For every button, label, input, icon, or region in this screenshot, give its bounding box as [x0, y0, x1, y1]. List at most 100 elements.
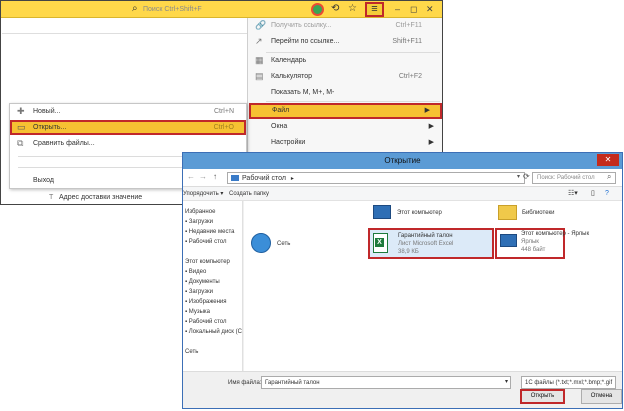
chevron-right-icon: ▶	[428, 123, 434, 130]
menu-separator	[266, 101, 440, 102]
notifications-icon[interactable]	[311, 3, 324, 16]
nav-downloads-2[interactable]: ▪ Загрузки	[185, 287, 213, 297]
dialog-search-input[interactable]: Поиск: Рабочий стол	[532, 172, 616, 184]
dropdown-arrow-icon[interactable]: ▾	[517, 173, 520, 180]
file-type: Лист Microsoft Excel	[398, 241, 454, 247]
divider	[2, 33, 247, 34]
up-arrow-icon[interactable]: ↑	[213, 172, 217, 181]
nav-favorites[interactable]: Избранное	[185, 207, 215, 217]
menu-item-new[interactable]: ✚ Новый... Ctrl+N	[10, 104, 246, 119]
menu-item-settings[interactable]: Настройки ▶	[248, 135, 442, 150]
open-folder-icon: ▭	[17, 122, 26, 132]
restore-button[interactable]: ◻	[410, 3, 417, 15]
open-file-dialog: Открытие ✕ ← → ↑ Рабочий стол ▸ ▾ ⟳ Поис…	[182, 152, 623, 409]
menu-item-label: Показать M, M+, M-	[271, 89, 335, 96]
filename-input[interactable]: Гарантийный талон	[261, 376, 511, 389]
calendar-icon: ▦	[255, 55, 264, 65]
shortcut-details: Этот компьютер - Ярлык Ярлык 448 байт	[521, 230, 589, 254]
desktop-icon	[231, 175, 239, 181]
view-options-icon[interactable]: ☷▾	[568, 187, 578, 201]
navigation-pane: Избранное ▪ Загрузки ▪ Недавние места ▪ …	[183, 201, 243, 371]
close-button[interactable]: ✕	[426, 3, 434, 15]
menu-item-get-link[interactable]: 🔗 Получить ссылку... Ctrl+F11	[248, 18, 442, 33]
menu-item-label: Файл	[272, 107, 290, 114]
filename-dropdown-icon[interactable]: ▾	[505, 378, 508, 385]
filetype-select[interactable]: 1С файлы (*.txt;*.mxl;*.bmp;*.gif	[521, 376, 616, 389]
nav-network[interactable]: Сеть	[185, 347, 198, 357]
menu-item-calculator[interactable]: ▤ Калькулятор Ctrl+F2	[248, 69, 442, 84]
libraries-folder-icon	[498, 205, 517, 220]
new-file-icon: ✚	[17, 106, 25, 116]
main-menu-button[interactable]: ≡	[365, 2, 384, 17]
app-header: ⌕ Поиск Ctrl+Shift+F ⟲ ☆ ≡ – ◻ ✕	[1, 1, 442, 18]
nav-computer[interactable]: Этот компьютер	[185, 257, 230, 267]
nav-documents[interactable]: ▪ Документы	[185, 277, 220, 287]
chevron-right-icon: ▶	[424, 107, 430, 114]
compare-icon: ⧉	[17, 138, 24, 148]
menu-item-goto-link[interactable]: ↗ Перейти по ссылке... Shift+F11	[248, 34, 442, 49]
favorites-star-icon[interactable]: ☆	[348, 3, 357, 15]
menu-item-label: Открыть...	[33, 124, 67, 131]
chevron-right-icon: ▸	[290, 176, 294, 182]
nav-local-disk[interactable]: ▪ Локальный диск (C	[185, 327, 242, 337]
selected-file-item[interactable]: X Гарантийный талон Лист Microsoft Excel…	[368, 228, 494, 259]
menu-item-shortcut: Shift+F11	[392, 38, 422, 45]
dialog-title: Открытие	[384, 156, 421, 165]
preview-pane-icon[interactable]: ▯	[591, 187, 595, 201]
menu-item-shortcut: Ctrl+N	[213, 108, 234, 115]
chevron-right-icon: ▶	[428, 139, 434, 146]
refresh-icon[interactable]: ⟳	[523, 172, 530, 181]
cancel-button[interactable]: Отмена	[581, 389, 622, 404]
nav-music[interactable]: ▪ Музыка	[185, 307, 210, 317]
search-icon[interactable]: ⌕	[132, 3, 138, 15]
help-icon[interactable]: ?	[605, 187, 609, 201]
menu-item-label: Перейти по ссылке...	[271, 38, 340, 45]
nav-recent[interactable]: ▪ Недавние места	[185, 227, 235, 237]
nav-video[interactable]: ▪ Видео	[185, 267, 206, 277]
menu-item-label: Калькулятор	[271, 73, 312, 80]
menu-item-open[interactable]: ▭ Открыть... Ctrl+O	[10, 120, 246, 135]
menu-item-label: Получить ссылку...	[271, 22, 332, 29]
menu-item-show-memory[interactable]: Показать M, M+, M-	[248, 85, 442, 100]
menu-item-shortcut: Ctrl+F11	[395, 22, 422, 29]
dialog-close-button[interactable]: ✕	[597, 154, 619, 166]
open-button[interactable]: Открыть	[520, 389, 565, 404]
back-arrow-icon[interactable]: ←	[187, 172, 195, 181]
organize-button[interactable]: Упорядочить ▾	[183, 187, 223, 201]
dialog-titlebar: Открытие ✕	[183, 153, 622, 169]
minimize-button[interactable]: –	[395, 3, 400, 15]
nav-desktop-2[interactable]: ▪ Рабочий стол	[185, 317, 226, 327]
search-icon: ⌕	[607, 172, 612, 181]
filename-label: Имя файла:	[228, 380, 262, 386]
shortcut-type: Ярлык	[521, 239, 539, 245]
shortcut-size: 448 байт	[521, 247, 546, 253]
shortcut-name: Этот компьютер - Ярлык	[521, 231, 590, 237]
nav-desktop[interactable]: ▪ Рабочий стол	[185, 237, 226, 247]
menu-item-label: Выход	[33, 177, 54, 184]
field-icon: T	[49, 194, 54, 201]
file-name: Гарантийный талон	[398, 233, 453, 239]
menu-item-file[interactable]: Файл ▶	[249, 103, 442, 119]
search-input[interactable]: Поиск Ctrl+Shift+F	[143, 4, 303, 15]
nav-downloads[interactable]: ▪ Загрузки	[185, 217, 213, 227]
address-path: Рабочий стол	[242, 175, 286, 182]
menu-item-compare[interactable]: ⧉ Сравнить файлы...	[10, 136, 246, 151]
forward-arrow-icon[interactable]: →	[199, 172, 207, 181]
item-label: Этот компьютер	[397, 210, 442, 216]
link-icon: 🔗	[255, 20, 267, 30]
history-icon[interactable]: ⟲	[331, 3, 339, 15]
menu-item-windows[interactable]: Окна ▶	[248, 119, 442, 134]
file-size: 38,9 КБ	[398, 249, 419, 255]
file-list	[244, 201, 622, 371]
address-bar[interactable]: Рабочий стол ▸	[227, 172, 525, 184]
network-globe-icon	[251, 233, 271, 253]
menu-item-calendar[interactable]: ▦ Календарь	[248, 53, 442, 68]
excel-file-icon: X	[373, 233, 388, 253]
item-label: Сеть	[277, 241, 291, 247]
item-label: Библиотеки	[522, 210, 555, 216]
computer-shortcut-icon	[500, 234, 517, 247]
nav-images[interactable]: ▪ Изображения	[185, 297, 227, 307]
computer-icon	[373, 205, 391, 219]
new-folder-button[interactable]: Создать папку	[229, 187, 269, 201]
calculator-icon: ▤	[255, 71, 264, 81]
